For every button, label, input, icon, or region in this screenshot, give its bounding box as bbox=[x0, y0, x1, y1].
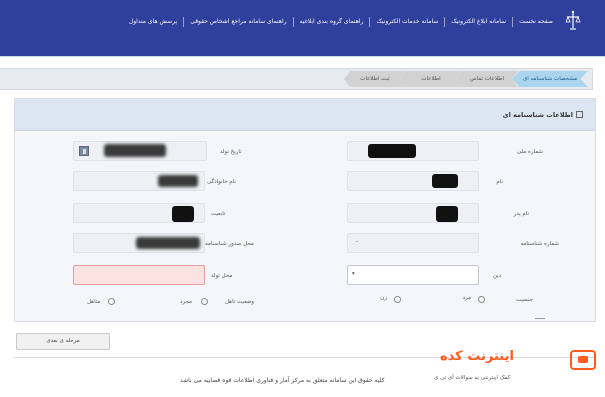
redaction bbox=[172, 206, 194, 222]
marital-single-radio[interactable] bbox=[201, 298, 208, 305]
marital-married-radio[interactable] bbox=[108, 298, 115, 305]
step-info[interactable]: اطلاعات bbox=[400, 71, 462, 87]
nationality-label: تابعیت bbox=[211, 211, 226, 217]
family-name-label: نام خانوادگی bbox=[207, 179, 236, 185]
birth-place-field[interactable] bbox=[73, 265, 205, 285]
step-contact[interactable]: اطلاعات تماس bbox=[456, 71, 518, 87]
father-name-label: نام پدر bbox=[513, 211, 529, 217]
redaction bbox=[136, 237, 200, 249]
gender-male-radio[interactable] bbox=[478, 296, 485, 303]
laptop-logo-icon bbox=[570, 350, 596, 370]
redaction bbox=[436, 206, 458, 222]
gender-male-label: مرد bbox=[462, 295, 471, 301]
religion-label: دین bbox=[492, 273, 501, 279]
gender-female-label: زن bbox=[380, 295, 387, 301]
calendar-icon[interactable] bbox=[79, 146, 89, 156]
panel-grid-icon bbox=[576, 111, 583, 118]
step-submit[interactable]: ثبت اطلاعات bbox=[344, 71, 406, 87]
chevron-down-icon: ▾ bbox=[352, 271, 355, 277]
id-number-field[interactable]: - bbox=[347, 233, 479, 253]
id-number-value: - bbox=[356, 239, 358, 245]
birth-date-label: تاریخ تولد bbox=[220, 149, 242, 155]
national-code-field[interactable] bbox=[347, 141, 479, 161]
nav-legal-guide[interactable]: راهنمای سامانه مراجع اشخاص حقوقی bbox=[183, 17, 292, 27]
marital-single-label: مجرد bbox=[180, 299, 192, 305]
step-identity[interactable]: مشخصات شناسنامه ای bbox=[512, 71, 588, 87]
watermark-title: اینترنت کده bbox=[440, 349, 514, 364]
marital-married-label: متاهل bbox=[87, 299, 101, 305]
nationality-field[interactable] bbox=[73, 203, 205, 223]
next-step-label: مرحله ی بعدی bbox=[46, 338, 80, 344]
nav-e-notice[interactable]: سامانه ابلاغ الکترونیک bbox=[444, 17, 512, 27]
watermark-subtitle: کمک اینترنتی به سوالات آی تی ی bbox=[434, 375, 511, 381]
justice-scale-icon bbox=[565, 10, 581, 30]
wizard-steps: مشخصات شناسنامه ای اطلاعات تماس اطلاعات … bbox=[0, 68, 593, 90]
marital-label: وضعیت تاهل bbox=[225, 299, 255, 305]
name-field[interactable] bbox=[347, 171, 479, 191]
family-name-field[interactable] bbox=[73, 171, 205, 191]
panel-title: اطلاعات شناسنامه ای bbox=[502, 111, 573, 119]
identity-panel: اطلاعات شناسنامه ای شماره ملی تاریخ تولد… bbox=[14, 98, 596, 322]
issue-place-label: محل صدور شناسنامه bbox=[205, 241, 254, 247]
divider-mark bbox=[535, 318, 545, 319]
nav-home[interactable]: صفحه نخست bbox=[512, 17, 559, 27]
issue-place-field[interactable] bbox=[73, 233, 205, 253]
id-number-label: شماره شناسنامه bbox=[520, 241, 559, 247]
gender-female-radio[interactable] bbox=[394, 296, 401, 303]
religion-select[interactable]: ▾ bbox=[347, 265, 479, 285]
name-label: نام bbox=[496, 179, 503, 185]
father-name-field[interactable] bbox=[347, 203, 479, 223]
national-code-label: شماره ملی bbox=[516, 149, 543, 155]
redaction bbox=[368, 144, 416, 158]
next-step-button[interactable]: مرحله ی بعدی bbox=[16, 333, 110, 350]
watermark: اینترنت کده کمک اینترنتی به سوالات آی تی… bbox=[430, 344, 598, 392]
nav-faq[interactable]: پرسش های متداول bbox=[123, 17, 183, 27]
redaction bbox=[158, 175, 198, 187]
nav-e-services[interactable]: سامانه خدمات الکترونیک bbox=[369, 17, 444, 27]
top-navbar: صفحه نخست سامانه ابلاغ الکترونیک سامانه … bbox=[0, 0, 605, 56]
panel-header: اطلاعات شناسنامه ای bbox=[15, 99, 595, 131]
gender-label: جنسیت bbox=[515, 297, 533, 303]
redaction bbox=[104, 144, 166, 157]
birth-place-label: محل تولد bbox=[211, 273, 233, 279]
nav-notice-guide[interactable]: راهنمای گروه بندی ابلاغیه bbox=[292, 17, 370, 27]
footer-copyright: کلیه حقوق این سامانه متعلق به مرکز آمار … bbox=[180, 377, 385, 384]
header-divider bbox=[0, 56, 605, 57]
redaction bbox=[432, 174, 458, 188]
birth-date-field[interactable] bbox=[73, 141, 207, 161]
nav-menu: صفحه نخست سامانه ابلاغ الکترونیک سامانه … bbox=[123, 17, 559, 27]
